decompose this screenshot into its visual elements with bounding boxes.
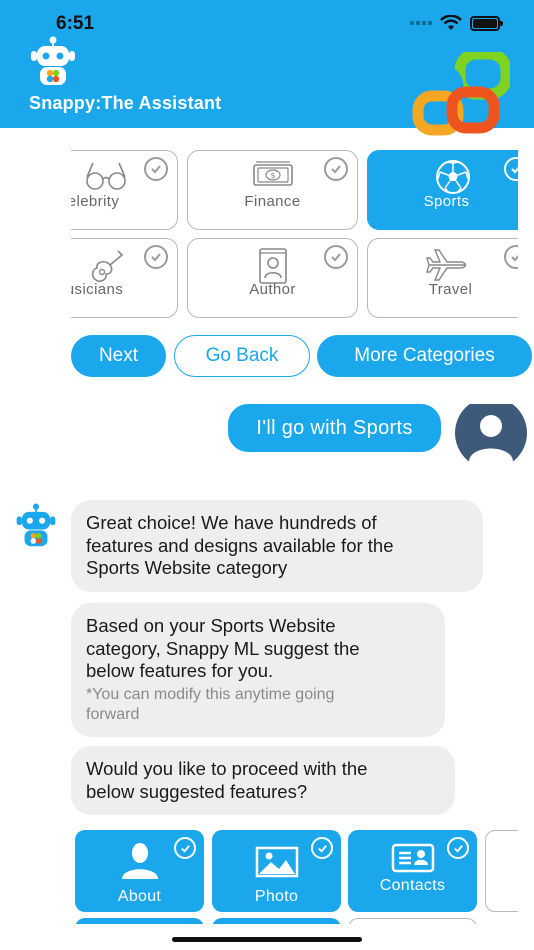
category-card-musicians[interactable]: usicians — [71, 238, 178, 318]
feature-label: About — [117, 888, 162, 905]
app-header: 6:51 Snappy:The Assistant — [0, 0, 534, 136]
category-label: usicians — [71, 281, 124, 298]
bot-avatar-icon — [16, 503, 56, 547]
check-icon — [311, 837, 333, 859]
battery-icon — [470, 15, 503, 31]
robot-logo-icon — [31, 36, 75, 85]
signal-icon — [410, 21, 432, 25]
check-icon — [174, 837, 196, 859]
feature-grid: About Photo Contacts — [71, 828, 518, 924]
contact-card-icon — [391, 843, 434, 873]
feature-card-photo[interactable]: Photo — [212, 830, 341, 912]
category-card-celebrity[interactable]: elebrity — [71, 150, 178, 230]
user-avatar-icon — [455, 404, 527, 462]
more-categories-button[interactable]: More Categories — [317, 335, 532, 377]
guitar-icon — [91, 250, 124, 282]
feature-card-about[interactable]: About — [75, 830, 204, 912]
photo-icon — [255, 846, 298, 878]
category-label: Sports — [423, 193, 470, 210]
status-time: 6:51 — [56, 13, 95, 34]
message-line: category, Snappy ML suggest the — [86, 637, 360, 659]
message-line: Based on your Sports Website — [86, 615, 336, 636]
note-line: *You can modify this anytime going — [86, 685, 335, 703]
category-card-travel[interactable]: Travel — [367, 238, 518, 318]
bot-message-bubble: Great choice! We have hundreds of featur… — [71, 500, 483, 592]
bot-message-bubble: Would you like to proceed with the below… — [71, 746, 455, 815]
glasses-icon — [86, 162, 126, 190]
message-line: features and designs available for the — [86, 534, 394, 556]
check-icon — [447, 837, 469, 859]
next-button[interactable]: Next — [71, 335, 166, 377]
wifi-icon — [440, 15, 462, 30]
message-line: Would you like to proceed with the — [86, 758, 368, 779]
feature-card-contacts[interactable]: Contacts — [348, 830, 477, 912]
bot-message-bubble: Based on your Sports Website category, S… — [71, 603, 445, 737]
category-label: Author — [249, 281, 296, 298]
check-icon — [324, 157, 348, 181]
feature-card-partial[interactable] — [485, 830, 518, 912]
feature-card-row2[interactable] — [75, 918, 204, 924]
category-card-finance[interactable]: $ Finance — [187, 150, 358, 230]
category-label: Finance — [244, 193, 301, 210]
check-icon — [504, 157, 518, 181]
message-line: Great choice! We have hundreds of — [86, 512, 377, 533]
check-icon — [144, 157, 168, 181]
check-icon — [324, 245, 348, 269]
category-card-author[interactable]: Author — [187, 238, 358, 318]
message-line: below features for you. — [86, 660, 274, 681]
category-label: Travel — [428, 281, 473, 298]
message-line: Sports Website category — [86, 557, 288, 578]
category-card-sports[interactable]: Sports — [367, 150, 518, 230]
message-note: *You can modify this anytime going forwa… — [86, 685, 430, 725]
feature-label: Contacts — [379, 877, 446, 894]
app-title: Snappy:The Assistant — [29, 93, 222, 113]
note-line: forward — [86, 705, 140, 723]
check-icon — [144, 245, 168, 269]
user-message-bubble: I'll go with Sports — [228, 404, 441, 452]
svg-text:$: $ — [270, 171, 275, 180]
brand-logo-icon — [406, 52, 510, 136]
status-icons — [410, 15, 503, 31]
airplane-icon — [426, 249, 467, 281]
go-back-button[interactable]: Go Back — [174, 335, 310, 377]
book-icon — [258, 248, 287, 284]
message-line: below suggested features? — [86, 780, 308, 802]
money-icon: $ — [252, 161, 293, 186]
person-icon — [121, 843, 158, 879]
category-label: elebrity — [71, 193, 120, 210]
home-indicator — [172, 937, 362, 942]
feature-card-row2[interactable] — [212, 918, 341, 924]
category-grid: elebrity $ Finance Sports usicians Autho… — [71, 150, 518, 320]
check-icon — [504, 245, 518, 269]
feature-card-row2[interactable] — [348, 918, 477, 924]
feature-label: Photo — [254, 888, 299, 905]
